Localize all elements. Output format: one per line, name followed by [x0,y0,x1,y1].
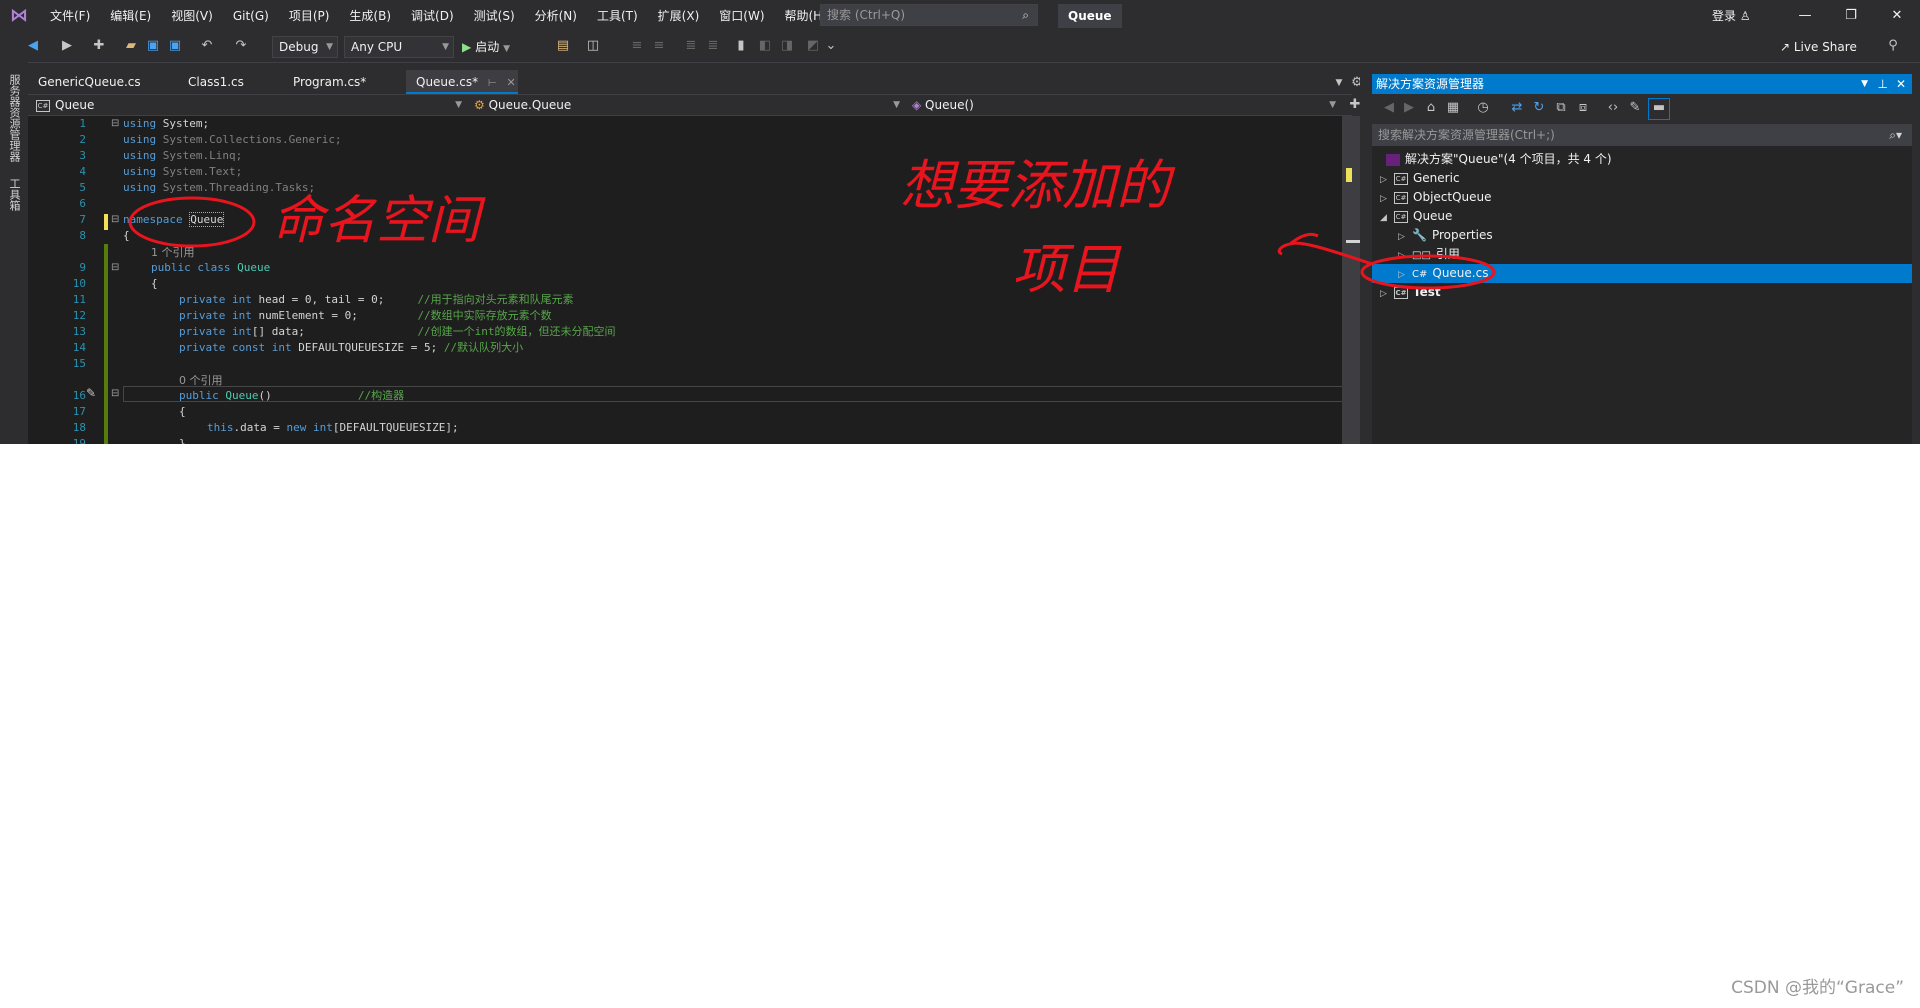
project-note-line2: 项目 [1012,238,1122,301]
csdn-watermark: CSDN @我的“Grace” [1731,978,1904,998]
queue-cs-circle [1360,254,1496,290]
arrow-annotation [1277,232,1373,266]
namespace-note: 命名空间 [272,191,486,251]
project-note-line1: 想要添加的 [900,154,1176,217]
namespace-circle [128,196,256,248]
annotation-layer: 命名空间 想要添加的 项目 [128,154,1496,301]
